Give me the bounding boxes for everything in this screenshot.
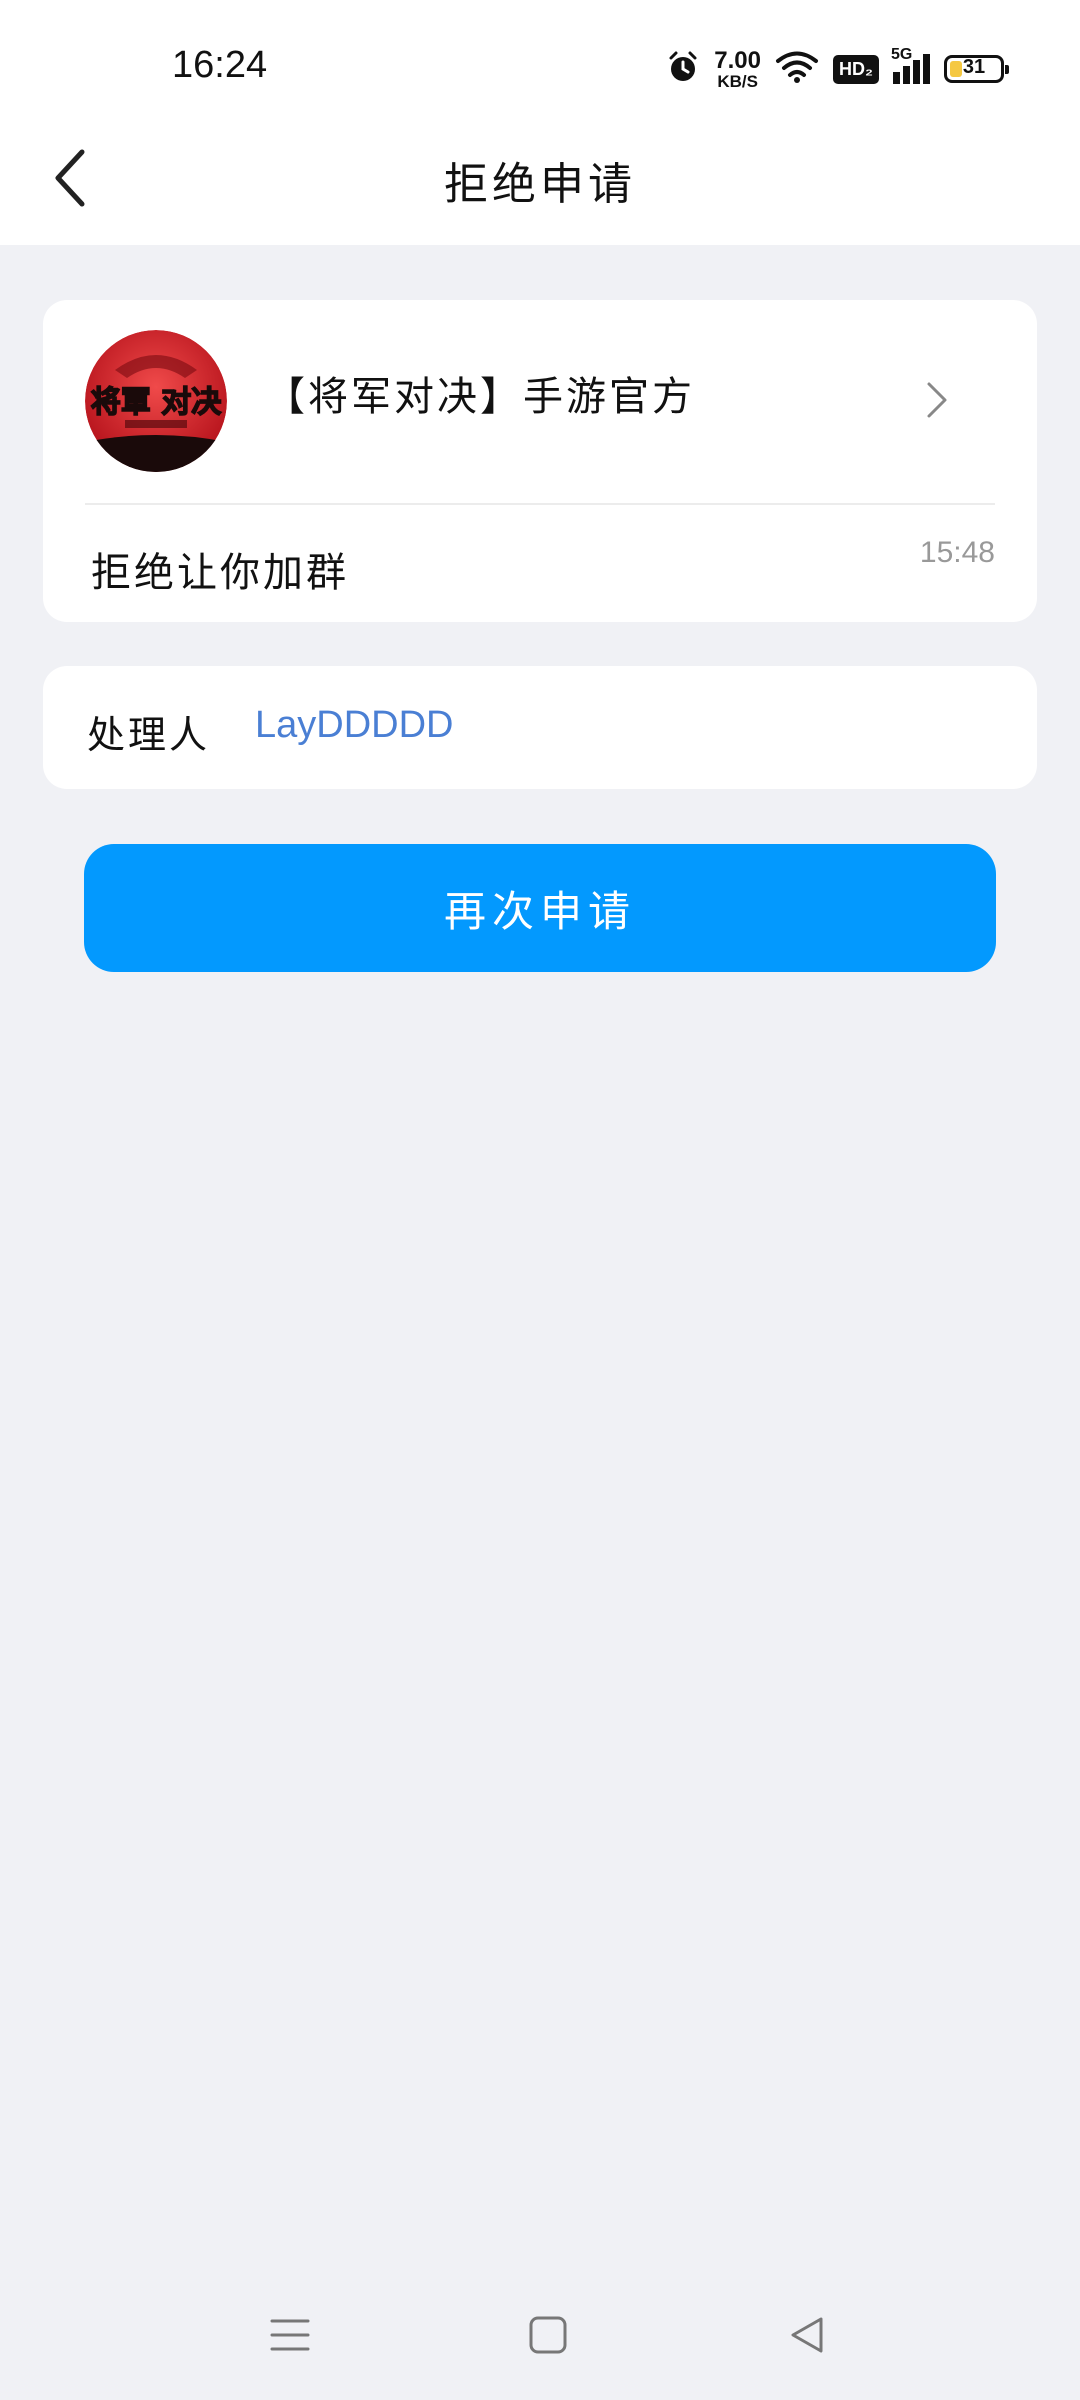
group-card: 将軍 对决 【将军对决】手游官方 拒绝让你加群 15:48 [43, 300, 1037, 622]
menu-nav-button[interactable] [255, 2300, 325, 2370]
page-title: 拒绝申请 [444, 159, 636, 210]
reject-message: 拒绝让你加群 [91, 550, 349, 596]
group-avatar-text: 将軍 对决 [91, 385, 221, 420]
reject-timestamp: 15:48 [919, 536, 995, 569]
signal-icon: 5G [891, 46, 930, 84]
wifi-icon [775, 50, 819, 88]
network-speed-value: 7.00 [714, 46, 761, 74]
network-speed-unit: KB/S [717, 71, 758, 91]
divider [85, 503, 995, 505]
back-nav-button[interactable] [772, 2300, 842, 2370]
chevron-right-icon[interactable] [917, 380, 957, 420]
reapply-button[interactable]: 再次申请 [84, 844, 996, 972]
back-triangle-icon [791, 2317, 823, 2353]
network-speed: 7.00 KB/S [714, 46, 761, 91]
battery-icon: 31 [944, 55, 1009, 83]
handler-name-link[interactable]: LayDDDDD [255, 704, 453, 747]
nav-header: 拒绝申请 [0, 110, 1080, 245]
handler-label: 处理人 [87, 713, 211, 757]
signal-label: 5G [891, 46, 913, 63]
group-name[interactable]: 【将军对决】手游官方 [265, 364, 695, 422]
menu-icon [270, 2319, 310, 2351]
hd-badge: HD₂ [833, 54, 879, 84]
group-avatar[interactable]: 将軍 对决 [85, 330, 227, 472]
battery-level: 31 [962, 56, 986, 78]
home-nav-button[interactable] [513, 2300, 583, 2370]
handler-card: 处理人 LayDDDDD [43, 666, 1037, 789]
status-icons: 7.00 KB/S HD₂ 5G 31 [666, 44, 1009, 94]
alarm-icon [666, 50, 700, 88]
system-nav-bar [0, 2270, 1080, 2400]
status-time: 16:24 [172, 44, 268, 86]
home-icon [529, 2316, 567, 2354]
